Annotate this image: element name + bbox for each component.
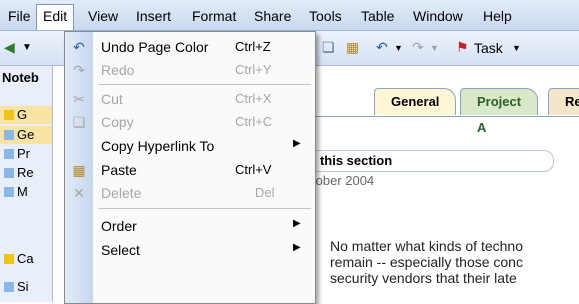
paste-icon: ▦	[72, 162, 86, 178]
delete-x-icon: ✕	[73, 185, 85, 201]
menu-item-label: Copy	[101, 114, 134, 130]
flag-icon[interactable]: ⚑	[456, 39, 469, 56]
section-item-label: Si	[17, 279, 29, 294]
menu-file[interactable]: File	[2, 6, 37, 26]
page-title: t this section	[312, 153, 393, 168]
edit-menu: ↶ Undo Page Color Ctrl+Z ↷ Redo Ctrl+Y ✂…	[64, 31, 316, 304]
menu-item-label: Order	[101, 218, 137, 234]
section-icon	[4, 168, 14, 178]
menu-edit[interactable]: Edit	[36, 4, 75, 30]
menu-item-shortcut: Ctrl+V	[235, 162, 272, 177]
chevron-down-icon[interactable]: ▼	[22, 42, 32, 53]
menu-item-cut[interactable]: ✂ Cut Ctrl+X	[65, 88, 315, 110]
menu-item-order[interactable]: Order ▶	[65, 215, 315, 237]
section-item[interactable]: Re	[0, 164, 34, 182]
menu-item-shortcut: Ctrl+Y	[235, 62, 272, 77]
page-body[interactable]: No matter what kinds of techno remain --…	[330, 238, 579, 286]
menu-item-delete[interactable]: ✕ Delete Del	[65, 182, 315, 204]
body-line: No matter what kinds of techno	[330, 238, 523, 254]
menu-window[interactable]: Window	[407, 6, 469, 26]
notebook-item-label: Ca	[17, 251, 34, 266]
body-line: remain -- especially those conc	[330, 254, 523, 270]
tab-re[interactable]: Re	[548, 88, 579, 115]
section-icon	[4, 282, 14, 292]
menu-tools[interactable]: Tools	[303, 6, 348, 26]
section-item[interactable]: M	[0, 183, 28, 201]
redo-icon: ↷	[73, 62, 85, 78]
menu-item-shortcut: Ctrl+Z	[235, 39, 271, 54]
menu-item-label: Delete	[101, 185, 142, 201]
section-item-label: M	[17, 184, 28, 199]
menu-format[interactable]: Format	[186, 6, 242, 26]
menu-help[interactable]: Help	[477, 6, 518, 26]
notebook-pane: Noteb G Ge Pr Re M Ca Si	[0, 66, 53, 302]
menu-item-paste[interactable]: ▦ Paste Ctrl+V	[65, 159, 315, 181]
redo-dropdown-icon[interactable]: ▼	[430, 43, 439, 53]
paste-icon[interactable]: ▦	[346, 39, 359, 56]
submenu-arrow-icon: ▶	[293, 218, 301, 229]
notebook-icon	[4, 254, 14, 264]
menu-item-shortcut: Ctrl+C	[235, 114, 273, 129]
undo-icon: ↶	[73, 39, 85, 55]
menu-item-label: Select	[101, 242, 140, 258]
section-icon	[4, 187, 14, 197]
body-line: security vendors that their late	[330, 270, 517, 286]
notebook-item-label: G	[17, 107, 28, 122]
notebook-pane-title: Noteb	[2, 70, 39, 85]
copy-icon[interactable]: ❏	[322, 39, 335, 56]
copy-icon: ❏	[72, 114, 86, 130]
notebook-item[interactable]: Ca	[0, 250, 34, 268]
menu-item-label: Paste	[101, 162, 137, 178]
menu-item-label: Redo	[101, 62, 135, 78]
undo-icon[interactable]: ↶	[376, 39, 388, 56]
menu-separator	[99, 208, 311, 209]
menu-item-label: Copy Hyperlink To	[101, 138, 215, 154]
notebook-icon	[4, 110, 14, 120]
notebook-item[interactable]: G	[0, 106, 52, 124]
back-icon[interactable]: ◀	[4, 39, 15, 56]
task-dropdown-icon[interactable]: ▼	[512, 43, 521, 53]
menu-item-copy[interactable]: ❏ Copy Ctrl+C	[65, 111, 315, 133]
section-item[interactable]: Pr	[0, 145, 30, 163]
menu-item-copy-hyperlink-to[interactable]: Copy Hyperlink To ▶	[65, 135, 315, 157]
section-icon	[4, 130, 14, 140]
undo-dropdown-icon[interactable]: ▼	[394, 43, 403, 53]
page-date: tober 2004	[312, 173, 375, 188]
menu-view[interactable]: View	[82, 6, 124, 26]
menu-item-label: Undo Page Color	[101, 39, 209, 55]
section-item[interactable]: Ge	[0, 126, 52, 144]
menu-bar: File Edit View Insert Format Share Tools…	[0, 0, 579, 31]
menu-item-label: Cut	[101, 91, 123, 107]
submenu-arrow-icon: ▶	[293, 138, 301, 149]
section-item-label: Re	[17, 165, 34, 180]
tab-general[interactable]: General	[374, 88, 457, 115]
section-item[interactable]: Si	[0, 278, 29, 296]
task-button[interactable]: Task	[474, 40, 503, 56]
menu-separator	[99, 84, 311, 85]
menu-item-select[interactable]: Select ▶	[65, 239, 315, 261]
tab-project-a[interactable]: Project A	[460, 88, 539, 135]
section-icon	[4, 149, 14, 159]
section-item-label: Ge	[17, 127, 35, 142]
menu-item-redo[interactable]: ↷ Redo Ctrl+Y	[65, 59, 315, 81]
menu-table[interactable]: Table	[355, 6, 400, 26]
menu-item-shortcut: Ctrl+X	[235, 91, 272, 106]
menu-insert[interactable]: Insert	[130, 6, 177, 26]
redo-icon[interactable]: ↷	[412, 39, 424, 56]
tab-divider	[290, 116, 579, 117]
submenu-arrow-icon: ▶	[293, 242, 301, 253]
scissors-icon: ✂	[73, 91, 85, 107]
menu-item-shortcut: Del	[255, 185, 275, 200]
menu-item-undo[interactable]: ↶ Undo Page Color Ctrl+Z	[65, 36, 315, 58]
section-item-label: Pr	[17, 146, 30, 161]
menu-share[interactable]: Share	[248, 6, 297, 26]
